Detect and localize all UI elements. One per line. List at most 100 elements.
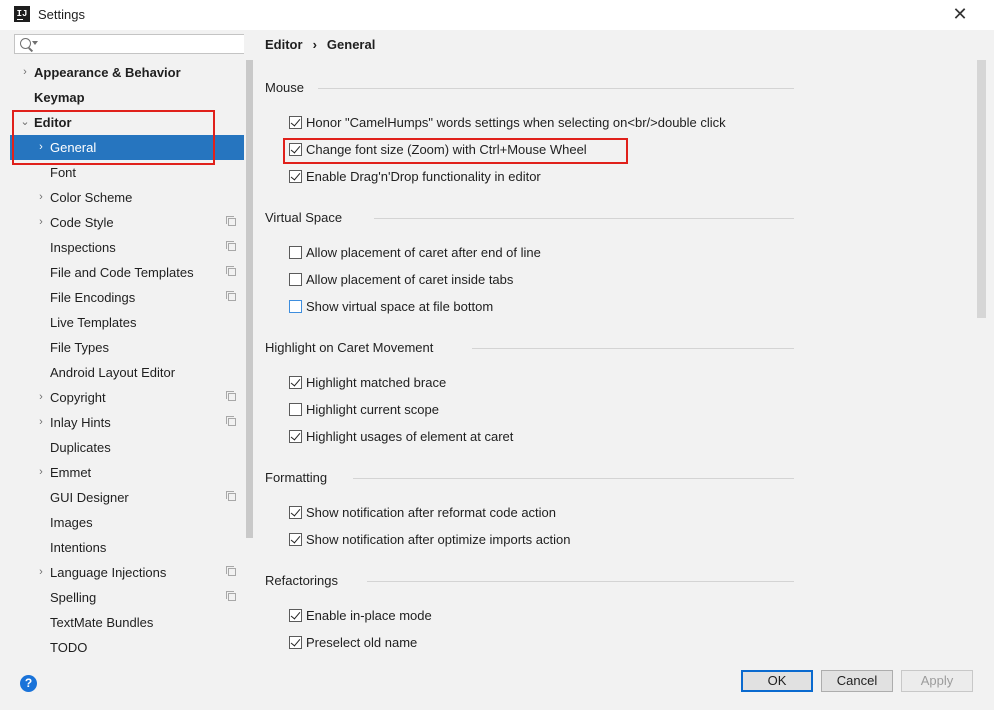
sidebar-item-inlay-hints[interactable]: › Inlay Hints <box>10 410 244 435</box>
chevron-right-icon[interactable]: › <box>36 460 46 485</box>
sidebar-item-label: Inspections <box>50 240 116 255</box>
breadcrumb-separator: › <box>312 37 317 52</box>
option-label[interactable]: Preselect old name <box>306 633 417 653</box>
sidebar-item-file-encodings[interactable]: File Encodings <box>10 285 244 310</box>
content-scrollbar-thumb[interactable] <box>977 60 986 318</box>
sidebar-item-color-scheme[interactable]: › Color Scheme <box>10 185 244 210</box>
sidebar-item-images[interactable]: Images <box>10 510 244 535</box>
option-label[interactable]: Enable Drag'n'Drop functionality in edit… <box>306 167 541 187</box>
apply-button[interactable]: Apply <box>901 670 973 692</box>
help-icon[interactable]: ? <box>20 675 37 692</box>
chevron-right-icon[interactable]: › <box>36 210 46 235</box>
checkbox-checked[interactable] <box>289 636 302 649</box>
sidebar-item-label: Live Templates <box>50 315 137 330</box>
option-label[interactable]: Show virtual space at file bottom <box>306 297 493 317</box>
checkbox-checked[interactable] <box>289 170 302 183</box>
project-scope-icon <box>226 266 236 276</box>
sidebar-item-inspections[interactable]: Inspections <box>10 235 244 260</box>
section-title: Refactorings <box>265 573 338 588</box>
project-scope-icon <box>226 391 236 401</box>
sidebar-item-copyright[interactable]: › Copyright <box>10 385 244 410</box>
sidebar-item-language-injections[interactable]: › Language Injections <box>10 560 244 585</box>
section-separator <box>367 581 794 582</box>
sidebar-item-label: Copyright <box>50 390 106 405</box>
editor-general-highlight-box <box>12 110 215 165</box>
checkmark-icon <box>290 170 301 181</box>
checkbox-checked[interactable] <box>289 609 302 622</box>
sidebar-item-label: Language Injections <box>50 565 167 580</box>
chevron-right-icon[interactable]: › <box>36 410 46 435</box>
checkbox-checked[interactable] <box>289 116 302 129</box>
option-label[interactable]: Show notification after reformat code ac… <box>306 503 556 523</box>
sidebar-item-textmate-bundles[interactable]: TextMate Bundles <box>10 610 244 635</box>
sidebar-item-duplicates[interactable]: Duplicates <box>10 435 244 460</box>
sidebar-item-emmet[interactable]: › Emmet <box>10 460 244 485</box>
option-label[interactable]: Allow placement of caret after end of li… <box>306 243 541 263</box>
checkmark-icon <box>290 533 301 544</box>
section-separator <box>318 88 794 89</box>
project-scope-icon <box>226 216 236 226</box>
section-title: Highlight on Caret Movement <box>265 340 434 355</box>
search-input[interactable] <box>14 34 246 54</box>
checkmark-icon <box>290 506 301 517</box>
sidebar-item-spelling[interactable]: Spelling <box>10 585 244 610</box>
sidebar-scrollbar-thumb[interactable] <box>246 60 253 538</box>
option-label[interactable]: Show notification after optimize imports… <box>306 530 570 550</box>
sidebar-item-label: File and Code Templates <box>50 265 194 280</box>
checkbox-checked[interactable] <box>289 506 302 519</box>
sidebar-item-label: Duplicates <box>50 440 111 455</box>
sidebar-item-label: TODO <box>50 640 88 655</box>
settings-content-panel: Editor › General Mouse Honor "CamelHumps" w… <box>254 30 974 662</box>
sidebar-item-file-and-code-templates[interactable]: File and Code Templates <box>10 260 244 285</box>
checkmark-icon <box>290 609 301 620</box>
chevron-right-icon[interactable]: › <box>20 60 30 85</box>
sidebar-item-intentions[interactable]: Intentions <box>10 535 244 560</box>
sidebar-item-label: Keymap <box>34 90 85 105</box>
checkmark-icon <box>290 116 301 127</box>
checkmark-icon <box>290 636 301 647</box>
checkbox-unchecked[interactable] <box>289 273 302 286</box>
sidebar-item-label: File Encodings <box>50 290 136 305</box>
sidebar-scrollbar[interactable] <box>244 30 254 662</box>
sidebar-item-label: GUI Designer <box>50 490 129 505</box>
sidebar-item-gui-designer[interactable]: GUI Designer <box>10 485 244 510</box>
sidebar-item-todo[interactable]: TODO <box>10 635 244 660</box>
sidebar-item-appearance-behavior[interactable]: › Appearance & Behavior <box>10 60 244 85</box>
section-separator <box>353 478 794 479</box>
checkbox-checked[interactable] <box>289 430 302 443</box>
option-label[interactable]: Enable in-place mode <box>306 606 432 626</box>
breadcrumb: Editor › General <box>265 37 375 52</box>
sidebar-item-file-types[interactable]: File Types <box>10 335 244 360</box>
window-title: Settings <box>38 7 85 22</box>
checkbox-unchecked[interactable] <box>289 246 302 259</box>
search-dropdown-icon[interactable] <box>32 41 38 45</box>
checkbox-checked[interactable] <box>289 376 302 389</box>
checkbox-checked[interactable] <box>289 533 302 546</box>
breadcrumb-editor[interactable]: Editor <box>265 37 303 52</box>
sidebar-item-label: Android Layout Editor <box>50 365 176 380</box>
option-label[interactable]: Highlight usages of element at caret <box>306 427 513 447</box>
section-separator <box>374 218 794 219</box>
close-button[interactable]: ✕ <box>948 3 972 25</box>
sidebar-item-code-style[interactable]: › Code Style <box>10 210 244 235</box>
chevron-right-icon[interactable]: › <box>36 185 46 210</box>
project-scope-icon <box>226 291 236 301</box>
sidebar-item-label: Code Style <box>50 215 114 230</box>
chevron-right-icon[interactable]: › <box>36 560 46 585</box>
checkbox-unchecked[interactable] <box>289 300 302 313</box>
option-label[interactable]: Highlight matched brace <box>306 373 446 393</box>
content-scrollbar[interactable] <box>974 30 994 662</box>
zoom-option-highlight-box <box>283 138 628 164</box>
sidebar-item-label: Intentions <box>50 540 107 555</box>
sidebar-item-live-templates[interactable]: Live Templates <box>10 310 244 335</box>
sidebar-item-keymap[interactable]: Keymap <box>10 85 244 110</box>
option-label[interactable]: Honor "CamelHumps" words settings when s… <box>306 113 726 133</box>
option-label[interactable]: Allow placement of caret inside tabs <box>306 270 513 290</box>
ok-button[interactable]: OK <box>741 670 813 692</box>
chevron-right-icon[interactable]: › <box>36 385 46 410</box>
checkbox-unchecked[interactable] <box>289 403 302 416</box>
cancel-button[interactable]: Cancel <box>821 670 893 692</box>
sidebar-item-android-layout-editor[interactable]: Android Layout Editor <box>10 360 244 385</box>
title-bar: IJ Settings ✕ <box>0 0 994 30</box>
option-label[interactable]: Highlight current scope <box>306 400 439 420</box>
